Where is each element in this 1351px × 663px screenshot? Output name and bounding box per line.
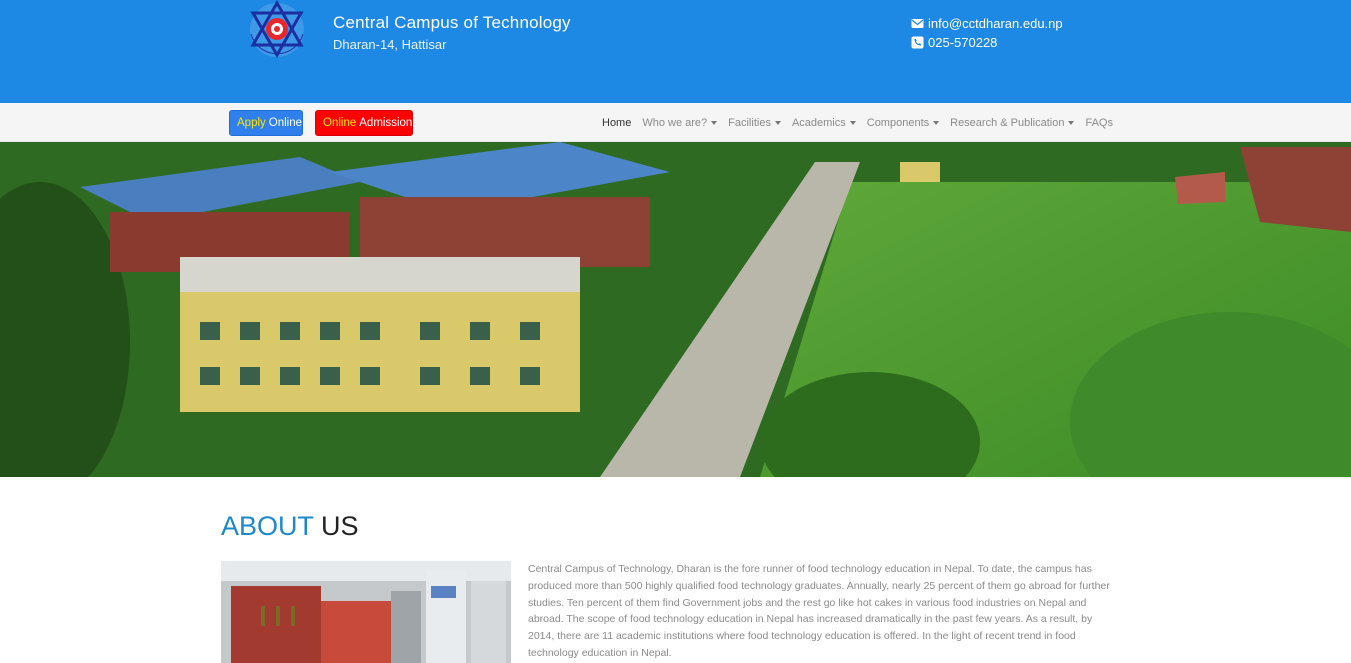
online-admission-label: Admission (359, 117, 413, 129)
site-title: Central Campus of Technology (333, 13, 571, 32)
contact-email-text[interactable]: info@cctdharan.edu.np (928, 16, 1063, 31)
nav-item-research-publication[interactable]: Research & Publication (950, 116, 1075, 129)
campus-logo[interactable] (243, 0, 313, 66)
contact-phone-text[interactable]: 025-570228 (928, 35, 997, 50)
phone-icon (911, 36, 924, 49)
online-admission-button[interactable]: Online Admission (315, 110, 413, 136)
site-address: Dharan-14, Hattisar (333, 37, 447, 52)
caret-down-icon (711, 120, 718, 125)
site-header: Central Campus of Technology Dharan-14, … (0, 0, 1351, 103)
nav-item-home[interactable]: Home (602, 117, 631, 129)
nav-item-academics[interactable]: Academics (792, 117, 856, 129)
envelope-icon (911, 17, 924, 30)
caret-down-icon (933, 120, 940, 125)
nav-item-facilities[interactable]: Facilities (728, 117, 781, 129)
apply-online-label: Online (268, 117, 303, 129)
main-navbar: Apply Online Online Admission Home Who w… (0, 103, 1351, 142)
nav-item-label: Facilities (728, 116, 771, 129)
nav-item-label: Who we are? (642, 116, 708, 129)
contact-phone[interactable]: 025-570228 (911, 35, 997, 50)
nav-item-faqs[interactable]: FAQs (1085, 117, 1113, 129)
nav-item-label: Research & Publication (950, 116, 1065, 129)
nav-menu: Home Who we are? Facilities Academics Co… (602, 103, 1124, 142)
nav-item-label: Academics (791, 116, 846, 129)
apply-online-label-highlight: Apply (237, 117, 266, 129)
nav-item-label: FAQs (1085, 116, 1113, 129)
apply-online-button[interactable]: Apply Online (229, 110, 303, 136)
hero-campus-photo (0, 142, 1351, 477)
nav-item-components[interactable]: Components (866, 116, 940, 129)
caret-down-icon (1068, 120, 1075, 125)
about-heading: ABOUT US (221, 511, 359, 542)
online-admission-label-highlight: Online (323, 117, 357, 129)
nav-item-label: Home (602, 116, 632, 129)
contact-email[interactable]: info@cctdharan.edu.np (911, 16, 1063, 31)
about-text: Central Campus of Technology, Dharan is … (528, 563, 1110, 659)
caret-down-icon (774, 120, 781, 125)
nav-item-label: Components (866, 116, 930, 129)
nav-item-who-we-are[interactable]: Who we are? (642, 116, 718, 129)
lab-photo (221, 561, 511, 663)
about-heading-rest: US (321, 511, 359, 541)
about-heading-accent: ABOUT (221, 511, 314, 541)
caret-down-icon (849, 120, 856, 125)
